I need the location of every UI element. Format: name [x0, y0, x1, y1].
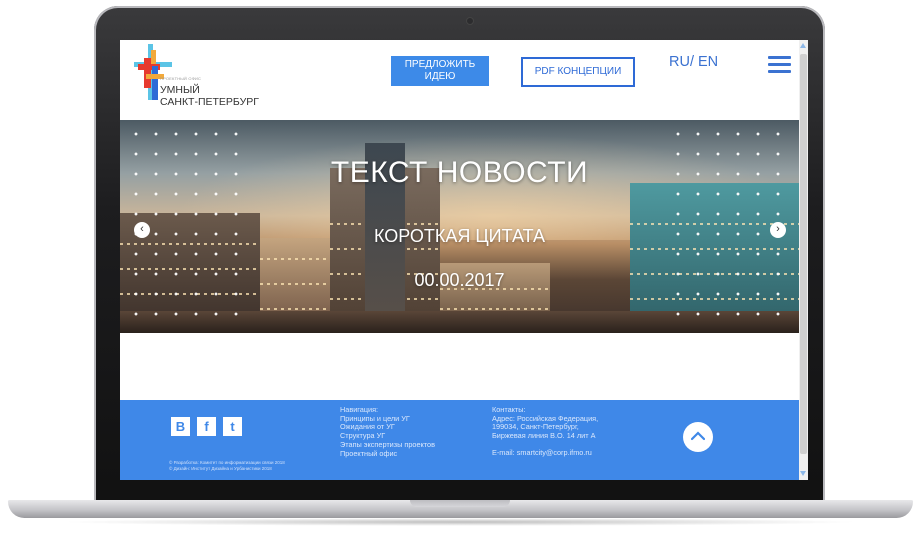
- news-slider: ТЕКСТ НОВОСТИ КОРОТКАЯ ЦИТАТА 00.00.2017…: [120, 120, 799, 333]
- facebook-icon[interactable]: f: [197, 417, 216, 436]
- address-line3: Биржевая линия В.О. 14 лит А: [492, 431, 596, 441]
- copyright: © Разработка: Комитет по информатизации …: [169, 460, 285, 472]
- news-date: 00.00.2017: [414, 270, 505, 290]
- chevron-up-icon: [691, 431, 705, 441]
- scroll-to-top-button[interactable]: [683, 422, 713, 452]
- camera-icon: [466, 17, 474, 25]
- email-link[interactable]: E-mail: smartcity@corp.ifmo.ru: [492, 448, 598, 458]
- vk-label: B: [175, 419, 186, 434]
- facebook-label: f: [204, 419, 209, 434]
- site-header: ПРОЕКТНЫЙ ОФИС УМНЫЙ САНКТ-ПЕТЕРБУРГ ПРЕ…: [120, 40, 799, 120]
- news-title: ТЕКСТ НОВОСТИ: [330, 156, 589, 189]
- footer-navigation: Навигация: Принципы и цели УГ Ожидания о…: [340, 405, 435, 459]
- footer-nav-office[interactable]: Проектный офис: [340, 449, 435, 459]
- scroll-down-icon[interactable]: [800, 471, 806, 476]
- site-logo[interactable]: ПРОЕКТНЫЙ ОФИС УМНЫЙ САНКТ-ПЕТЕРБУРГ: [134, 44, 264, 116]
- browser-viewport: ПРОЕКТНЫЙ ОФИС УМНЫЙ САНКТ-ПЕТЕРБУРГ ПРЕ…: [120, 40, 808, 480]
- logo-subtitle: ПРОЕКТНЫЙ ОФИС: [160, 76, 202, 81]
- footer-contacts: Контакты: Адрес: Российская Федерация, 1…: [492, 405, 598, 458]
- slider-prev-icon[interactable]: ‹: [134, 222, 150, 238]
- suggest-idea-label-2: ИДЕЮ: [424, 71, 456, 82]
- vk-icon[interactable]: B: [171, 417, 190, 436]
- site-footer: B f t © Разработка: Комитет по информати…: [120, 400, 799, 480]
- scroll-up-icon[interactable]: [800, 43, 806, 48]
- twitter-label: t: [230, 419, 235, 434]
- suggest-idea-label-1: ПРЕДЛОЖИТЬ: [404, 59, 476, 70]
- suggest-idea-button[interactable]: ПРЕДЛОЖИТЬ ИДЕЮ: [391, 56, 489, 86]
- twitter-icon[interactable]: t: [223, 417, 242, 436]
- logo-title-line1: УМНЫЙ: [160, 84, 200, 96]
- scroll-thumb[interactable]: [800, 54, 807, 454]
- language-switcher[interactable]: RU/ EN: [669, 54, 718, 70]
- logo-title-line2: САНКТ-ПЕТЕРБУРГ: [160, 96, 259, 108]
- news-quote: КОРОТКАЯ ЦИТАТА: [373, 226, 546, 246]
- copyright-line2: © Дизайн: Институт Дизайна и Урбанистики…: [169, 466, 272, 471]
- slider-next-icon[interactable]: ›: [770, 222, 786, 238]
- laptop-notch: [410, 500, 510, 507]
- laptop-shadow: [60, 518, 860, 526]
- hamburger-icon[interactable]: [768, 56, 791, 73]
- vertical-scrollbar[interactable]: [799, 40, 808, 480]
- pdf-concept-button[interactable]: PDF КОНЦЕПЦИИ: [521, 57, 635, 87]
